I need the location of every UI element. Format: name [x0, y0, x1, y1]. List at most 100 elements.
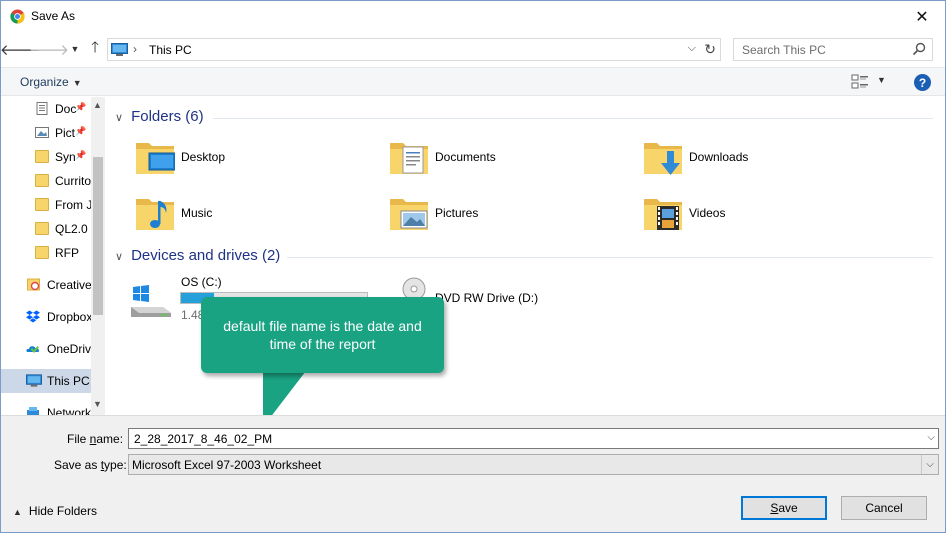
drive-label: OS (C:): [181, 275, 222, 289]
folder-tile-documents[interactable]: Documents: [389, 137, 639, 187]
folder-label: Pictures: [435, 206, 479, 220]
network-icon: [27, 407, 39, 415]
drives-group-header[interactable]: ∨ Devices and drives (2): [115, 247, 280, 264]
window-title: Save As: [31, 9, 76, 23]
file-name-combobox[interactable]: ⌵: [128, 428, 939, 449]
hide-folders-button[interactable]: ▲ Hide Folders: [13, 504, 97, 518]
sidebar-item-label: Currito: [55, 174, 91, 188]
folder-icon: [35, 198, 49, 211]
creative-cloud-icon: [27, 278, 40, 291]
navigation-pane-scrollbar[interactable]: ▲ ▼: [91, 97, 105, 415]
sidebar-item-label: RFP: [55, 246, 79, 260]
folder-icon: [35, 246, 49, 259]
sidebar-item-label: QL2.0: [55, 222, 88, 236]
sidebar-item-label: This PC: [47, 374, 90, 388]
scroll-up-icon[interactable]: ▲: [93, 100, 102, 110]
music-folder-icon: [136, 199, 174, 230]
group-divider: [213, 118, 933, 119]
file-name-input[interactable]: [132, 431, 912, 446]
sidebar-item-sync[interactable]: Syn 📌: [1, 145, 91, 169]
save-type-select[interactable]: Microsoft Excel 97-2003 Worksheet ⌵: [128, 454, 939, 475]
sidebar-item-from-j[interactable]: From J: [1, 193, 91, 217]
this-pc-icon: [111, 43, 128, 56]
desktop-folder-icon: [136, 143, 175, 174]
hide-folders-label: Hide Folders: [28, 504, 97, 518]
breadcrumb-separator: ›: [133, 42, 137, 56]
windows-drive-icon: [131, 285, 171, 317]
title-bar: Save As ✕: [1, 1, 945, 32]
folder-tile-pictures[interactable]: Pictures: [389, 193, 639, 243]
arrow-up-icon: 🡑: [91, 38, 99, 56]
annotation-callout: default file name is the date and time o…: [201, 297, 444, 373]
save-type-label: Save as type:: [54, 458, 127, 472]
folder-label: Downloads: [689, 150, 749, 164]
callout-text: default file name is the date and time o…: [223, 318, 422, 352]
navigation-bar: 🡐 🡒 ▼ 🡑 › This PC ⌵ ↻: [1, 34, 945, 64]
organize-label: Organize: [20, 75, 69, 89]
forward-button[interactable]: 🡒: [29, 39, 69, 59]
folder-tile-videos[interactable]: Videos: [643, 193, 893, 243]
save-button[interactable]: Save: [741, 496, 827, 520]
sidebar-item-label: Pict: [55, 126, 76, 140]
pin-icon: 📌: [75, 102, 87, 112]
folder-icon: [35, 174, 49, 187]
sidebar-item-creative-cloud[interactable]: Creative: [1, 273, 91, 297]
pin-icon: 📌: [75, 150, 87, 160]
command-toolbar: Organize ▼ ▼ ?: [1, 67, 945, 96]
file-name-label: File name:: [67, 432, 123, 446]
folder-icon: [35, 150, 49, 163]
search-icon[interactable]: [912, 42, 926, 56]
back-button[interactable]: 🡐: [1, 39, 40, 59]
pin-icon: 📌: [75, 126, 87, 136]
scrollbar-thumb[interactable]: [93, 157, 103, 315]
sidebar-item-ql20[interactable]: QL2.0: [1, 217, 91, 241]
search-input[interactable]: [740, 41, 900, 58]
chevron-down-icon[interactable]: ⌵: [927, 432, 935, 443]
refresh-icon[interactable]: ↻: [704, 41, 716, 58]
help-button[interactable]: ?: [914, 74, 931, 91]
address-bar[interactable]: › This PC ⌵ ↻: [107, 38, 721, 61]
documents-folder-icon: [390, 143, 428, 174]
up-button[interactable]: 🡑: [85, 39, 105, 59]
picture-icon: [35, 127, 49, 138]
folders-group-header[interactable]: ∨ Folders (6): [115, 108, 204, 125]
drive-label: DVD RW Drive (D:): [435, 291, 539, 305]
folder-tile-music[interactable]: Music: [135, 193, 385, 243]
cancel-button[interactable]: Cancel: [841, 496, 927, 520]
chevron-down-icon[interactable]: ⌵: [688, 42, 696, 55]
sidebar-item-network[interactable]: Network: [1, 401, 91, 415]
label-part: Save as: [54, 458, 101, 472]
save-as-dialog: Save As ✕ 🡐 🡒 ▼ 🡑 › This PC ⌵ ↻ Search T…: [0, 0, 946, 533]
save-form: File name: ⌵ Save as type: Microsoft Exc…: [1, 415, 945, 532]
folder-label: Desktop: [181, 150, 226, 164]
chevron-down-icon: ∨: [115, 251, 124, 263]
folders-group-title: Folders (6): [131, 108, 204, 125]
label-part: ame:: [96, 432, 124, 446]
sidebar-item-pictures[interactable]: Pict 📌: [1, 121, 91, 145]
this-pc-icon: [26, 374, 42, 387]
organize-menu-button[interactable]: Organize ▼: [20, 75, 82, 89]
save-label: ave: [778, 501, 798, 515]
chevron-down-icon[interactable]: ⌵: [921, 455, 938, 474]
recent-locations-button[interactable]: ▼: [65, 39, 85, 59]
sidebar-item-dropbox[interactable]: Dropbox: [1, 305, 91, 329]
folder-label: Videos: [689, 206, 726, 220]
search-box[interactable]: [733, 38, 933, 61]
sidebar-item-documents[interactable]: Doc 📌: [1, 97, 91, 121]
save-type-value: Microsoft Excel 97-2003 Worksheet: [132, 458, 322, 472]
folder-tile-desktop[interactable]: Desktop: [135, 137, 385, 187]
scroll-down-icon[interactable]: ▼: [93, 399, 102, 409]
sidebar-item-onedrive[interactable]: OneDriv: [1, 337, 91, 361]
folder-label: Music: [181, 206, 213, 220]
view-options-dropdown[interactable]: ▼: [877, 75, 886, 85]
close-button[interactable]: ✕: [899, 1, 945, 32]
sidebar-item-currito[interactable]: Currito: [1, 169, 91, 193]
sidebar-item-rfp[interactable]: RFP: [1, 241, 91, 265]
breadcrumb-this-pc[interactable]: This PC: [149, 43, 192, 57]
folder-tile-downloads[interactable]: Downloads: [643, 137, 893, 187]
caret-up-icon: ▲: [13, 507, 22, 517]
sidebar-item-this-pc[interactable]: This PC: [1, 369, 91, 393]
group-divider: [287, 257, 933, 258]
sidebar-item-label: Dropbox: [47, 310, 91, 324]
change-view-icon[interactable]: [851, 74, 869, 90]
